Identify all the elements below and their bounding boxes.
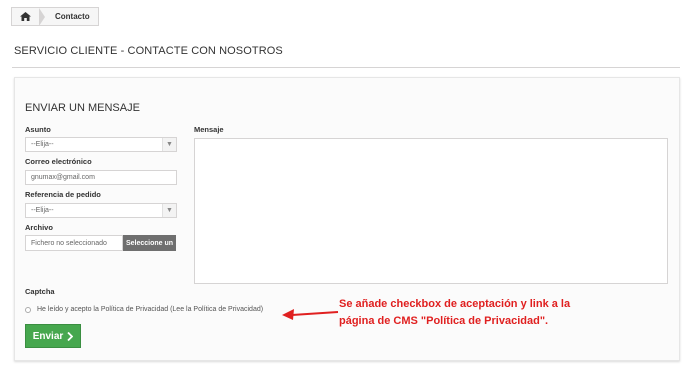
- breadcrumb-current: Contacto: [55, 12, 90, 21]
- privacy-text[interactable]: He leído y acepto la Política de Privaci…: [37, 306, 263, 313]
- message-label: Mensaje: [194, 125, 224, 134]
- message-textarea[interactable]: [194, 138, 668, 284]
- order-label: Referencia de pedido: [25, 190, 101, 199]
- section-title: ENVIAR UN MENSAJE: [25, 102, 140, 114]
- file-label: Archivo: [25, 223, 53, 232]
- breadcrumb-home[interactable]: [12, 8, 39, 25]
- subject-label: Asunto: [25, 125, 51, 134]
- breadcrumb: Contacto: [11, 7, 99, 26]
- file-select-button[interactable]: Seleccione un: [123, 235, 176, 251]
- submit-label: Enviar: [32, 330, 64, 342]
- subject-select[interactable]: --Elija-- ▼: [25, 137, 177, 152]
- annotation-text: Se añade checkbox de aceptación y link a…: [339, 296, 570, 329]
- chevron-down-icon: ▼: [162, 138, 176, 151]
- chevron-down-icon: ▼: [162, 204, 176, 217]
- title-divider: [12, 67, 680, 68]
- annotation-arrow-icon: [282, 309, 339, 320]
- file-upload[interactable]: Fichero no seleccionado Seleccione un: [25, 235, 176, 251]
- order-value: --Elija--: [31, 207, 54, 214]
- annotation-line-1: Se añade checkbox de aceptación y link a…: [339, 298, 571, 310]
- file-name: Fichero no seleccionado: [25, 235, 123, 251]
- email-field[interactable]: gnumax@gmail.com: [25, 170, 177, 185]
- email-value: gnumax@gmail.com: [31, 174, 95, 181]
- chevron-right-icon: [67, 331, 74, 341]
- privacy-checkbox[interactable]: [25, 306, 31, 313]
- annotation-line-2: página de CMS "Política de Privacidad".: [339, 314, 549, 327]
- page-title: SERVICIO CLIENTE - CONTACTE CON NOSOTROS: [14, 45, 283, 57]
- submit-button[interactable]: Enviar: [25, 324, 81, 348]
- subject-value: --Elija--: [31, 141, 54, 148]
- email-label: Correo electrónico: [25, 157, 92, 166]
- home-icon: [20, 12, 31, 21]
- captcha-label: Captcha: [25, 287, 55, 296]
- order-select[interactable]: --Elija-- ▼: [25, 203, 177, 218]
- privacy-consent: He leído y acepto la Política de Privaci…: [25, 306, 263, 313]
